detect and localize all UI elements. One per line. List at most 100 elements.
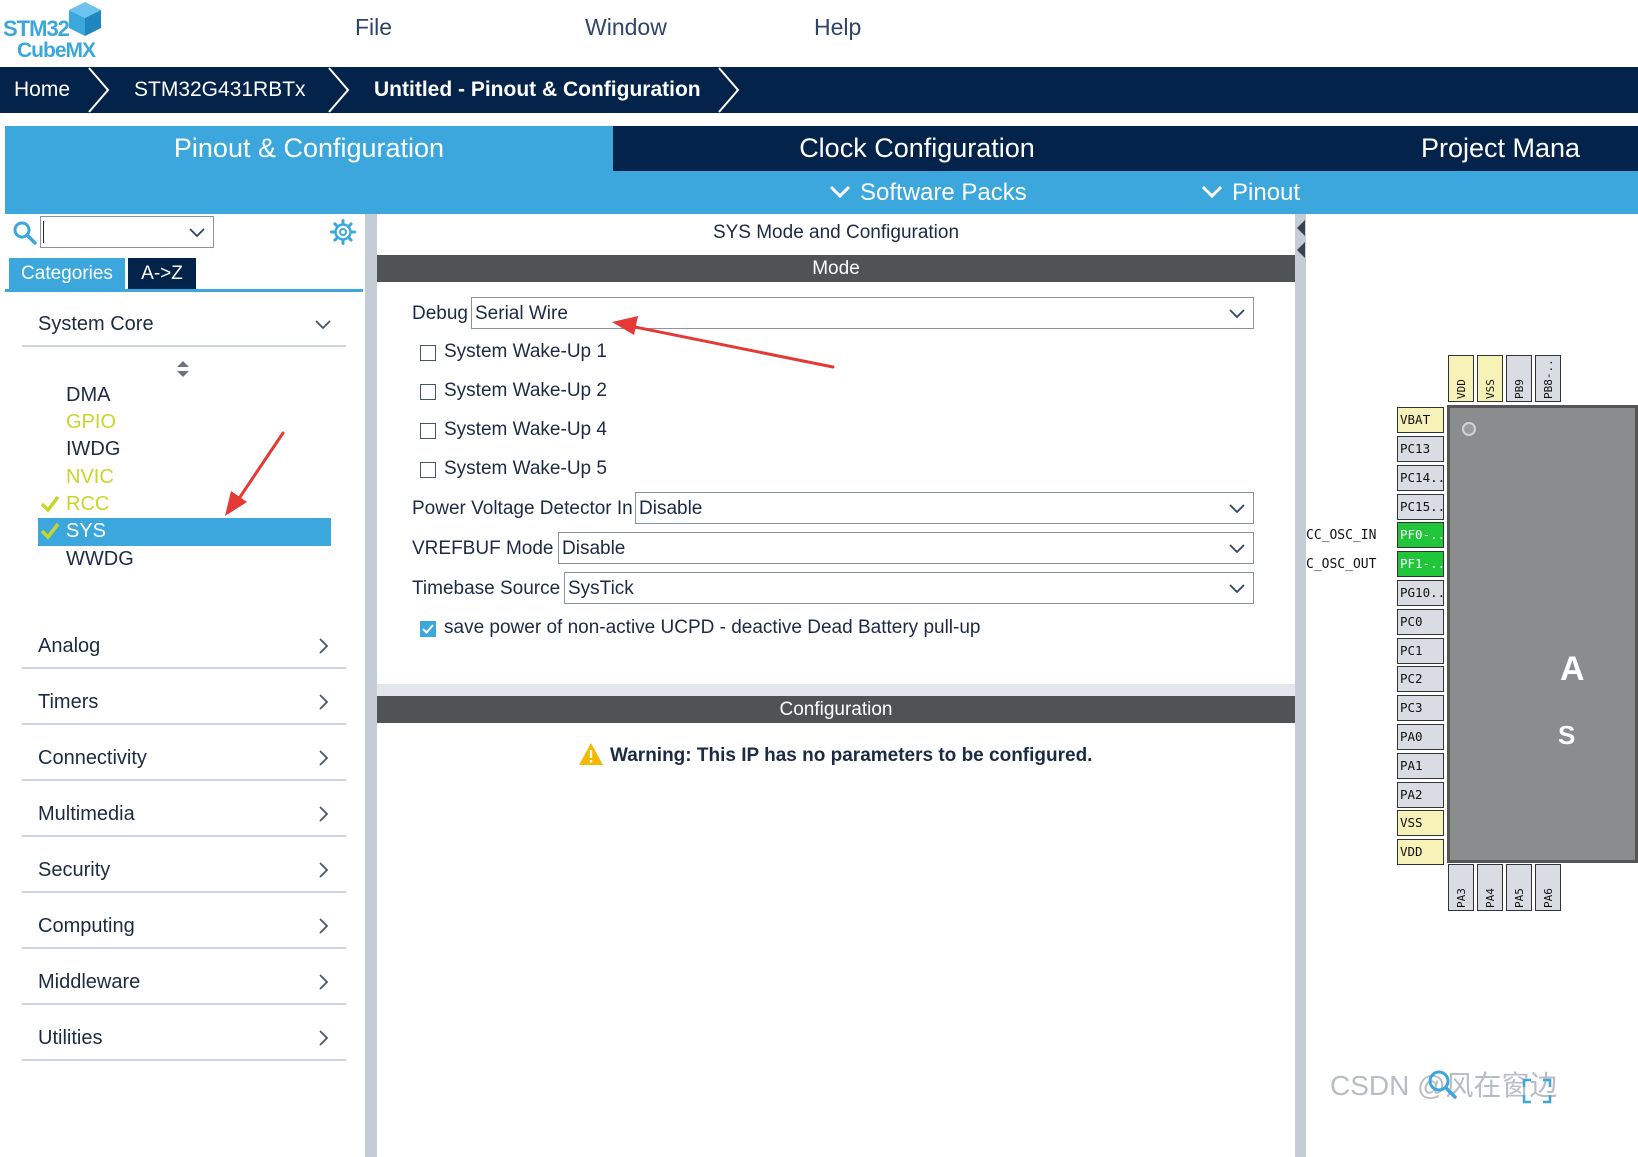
chevron-right-icon — [319, 1030, 329, 1046]
timebase-select[interactable]: SysTick — [564, 572, 1254, 604]
category-analog[interactable]: Analog — [22, 627, 346, 669]
category-system-core[interactable]: System Core — [22, 305, 346, 347]
pin-pa2[interactable]: PA2 — [1397, 782, 1444, 808]
pin-pc1[interactable]: PC1 — [1397, 638, 1444, 664]
signal-label-rcc-osc-in: CC_OSC_IN — [1306, 528, 1377, 543]
panel-splitter[interactable] — [365, 214, 377, 1157]
chevron-right-icon — [319, 918, 329, 934]
menu-window[interactable]: Window — [585, 14, 667, 41]
debug-select[interactable]: Serial Wire — [471, 297, 1254, 329]
breadcrumb-mcu[interactable]: STM32G431RBTx — [134, 67, 306, 113]
chevron-down-icon — [315, 320, 331, 330]
category-timers[interactable]: Timers — [22, 683, 346, 725]
pin-vdd[interactable]: VDD — [1397, 839, 1444, 865]
zoom-icon[interactable] — [1426, 1068, 1458, 1100]
pin-bottom-pa6[interactable]: PA6 — [1535, 864, 1561, 911]
category-label: Multimedia — [38, 803, 135, 825]
ucpd-checkbox[interactable] — [420, 621, 436, 637]
pin-top-pb9[interactable]: PB9 — [1506, 355, 1532, 402]
chevron-down-icon[interactable] — [189, 226, 205, 240]
list-item-nvic[interactable]: NVIC — [66, 464, 114, 490]
pin-top-vss[interactable]: VSS — [1477, 355, 1503, 402]
category-label: Analog — [38, 635, 101, 657]
list-item-wwdg[interactable]: WWDG — [66, 546, 134, 572]
wakeup2-label: System Wake-Up 2 — [444, 380, 607, 401]
collapse-arrows-icon[interactable] — [1295, 218, 1306, 262]
pin-bottom-pa4[interactable]: PA4 — [1477, 864, 1503, 911]
category-connectivity[interactable]: Connectivity — [22, 739, 346, 781]
vrefbuf-label: VREFBUF Mode — [412, 538, 554, 559]
pin-pc0[interactable]: PC0 — [1397, 609, 1444, 635]
fullscreen-icon[interactable] — [1522, 1078, 1552, 1104]
pin-pc15[interactable]: PC15.. — [1397, 494, 1444, 520]
pin-pf1[interactable]: PF1-.. — [1397, 551, 1444, 577]
wakeup5-label: System Wake-Up 5 — [444, 458, 607, 479]
pinout-menu[interactable]: Pinout — [1232, 171, 1300, 214]
category-middleware[interactable]: Middleware — [22, 963, 346, 1005]
warning-text: Warning: This IP has no parameters to be… — [610, 745, 1093, 766]
stm32cubemx-logo: STM32 CubeMX — [2, 2, 112, 62]
breadcrumb-chevron-icon — [88, 67, 110, 113]
timebase-label: Timebase Source — [412, 578, 561, 599]
tab-pinout-configuration[interactable]: Pinout & Configuration — [5, 126, 613, 171]
pin-vss[interactable]: VSS — [1397, 810, 1444, 836]
menu-help[interactable]: Help — [814, 14, 861, 41]
pvd-value: Disable — [639, 498, 703, 519]
pin1-marker — [1462, 422, 1476, 436]
pin-top-pb8[interactable]: PB8-.. — [1535, 355, 1561, 402]
breadcrumb-project[interactable]: Untitled - Pinout & Configuration — [374, 67, 701, 113]
check-icon — [40, 522, 60, 540]
chevron-down-icon — [1229, 544, 1245, 554]
vrefbuf-select[interactable]: Disable — [558, 532, 1254, 564]
tab-project-manager[interactable]: Project Mana — [1221, 126, 1638, 171]
chip-package[interactable] — [1447, 405, 1638, 863]
sort-arrows-icon[interactable] — [176, 360, 190, 378]
pin-pf0[interactable]: PF0-.. — [1397, 522, 1444, 548]
wakeup4-checkbox[interactable] — [420, 423, 436, 439]
pin-vbat[interactable]: VBAT — [1397, 407, 1444, 433]
pin-pg10[interactable]: PG10.. — [1397, 580, 1444, 606]
list-item-iwdg[interactable]: IWDG — [66, 436, 120, 462]
category-utilities[interactable]: Utilities — [22, 1019, 346, 1061]
list-item-gpio[interactable]: GPIO — [66, 409, 116, 435]
pin-pc3[interactable]: PC3 — [1397, 695, 1444, 721]
category-multimedia[interactable]: Multimedia — [22, 795, 346, 837]
list-item-rcc[interactable]: RCC — [66, 491, 109, 517]
wakeup1-checkbox[interactable] — [420, 345, 436, 361]
category-label: Timers — [38, 691, 99, 713]
wakeup2-checkbox[interactable] — [420, 384, 436, 400]
category-label: Security — [38, 859, 111, 881]
pin-top-vdd[interactable]: VDD — [1448, 355, 1474, 402]
panel-splitter[interactable] — [1295, 214, 1306, 1157]
chip-label-fragment: S — [1558, 720, 1576, 750]
breadcrumb-home[interactable]: Home — [14, 67, 70, 113]
search-input[interactable] — [40, 216, 214, 248]
category-computing[interactable]: Computing — [22, 907, 346, 949]
category-label: System Core — [38, 313, 154, 335]
debug-value: Serial Wire — [475, 303, 568, 324]
gear-icon[interactable] — [330, 219, 356, 245]
software-packs-menu[interactable]: Software Packs — [860, 171, 1027, 214]
category-label: Utilities — [38, 1027, 103, 1049]
pin-pa1[interactable]: PA1 — [1397, 753, 1444, 779]
pin-pa0[interactable]: PA0 — [1397, 724, 1444, 750]
list-item-sys[interactable]: SYS — [66, 518, 106, 544]
search-icon[interactable] — [12, 220, 38, 246]
category-security[interactable]: Security — [22, 851, 346, 893]
wakeup5-checkbox[interactable] — [420, 462, 436, 478]
pin-bottom-pa5[interactable]: PA5 — [1506, 864, 1532, 911]
chip-label-fragment: A — [1560, 650, 1585, 688]
pin-pc14[interactable]: PC14.. — [1397, 465, 1444, 491]
tab-a-z[interactable]: A->Z — [128, 258, 196, 289]
text-cursor — [43, 221, 44, 243]
pin-pc2[interactable]: PC2 — [1397, 666, 1444, 692]
pin-pc13[interactable]: PC13 — [1397, 436, 1444, 462]
tab-categories[interactable]: Categories — [9, 258, 125, 289]
warning-icon — [579, 743, 603, 765]
menu-file[interactable]: File — [355, 14, 392, 41]
chevron-down-icon — [1229, 504, 1245, 514]
list-item-dma[interactable]: DMA — [66, 382, 110, 408]
pin-bottom-pa3[interactable]: PA3 — [1448, 864, 1474, 911]
tab-clock-configuration[interactable]: Clock Configuration — [617, 126, 1217, 171]
pvd-select[interactable]: Disable — [635, 492, 1254, 524]
